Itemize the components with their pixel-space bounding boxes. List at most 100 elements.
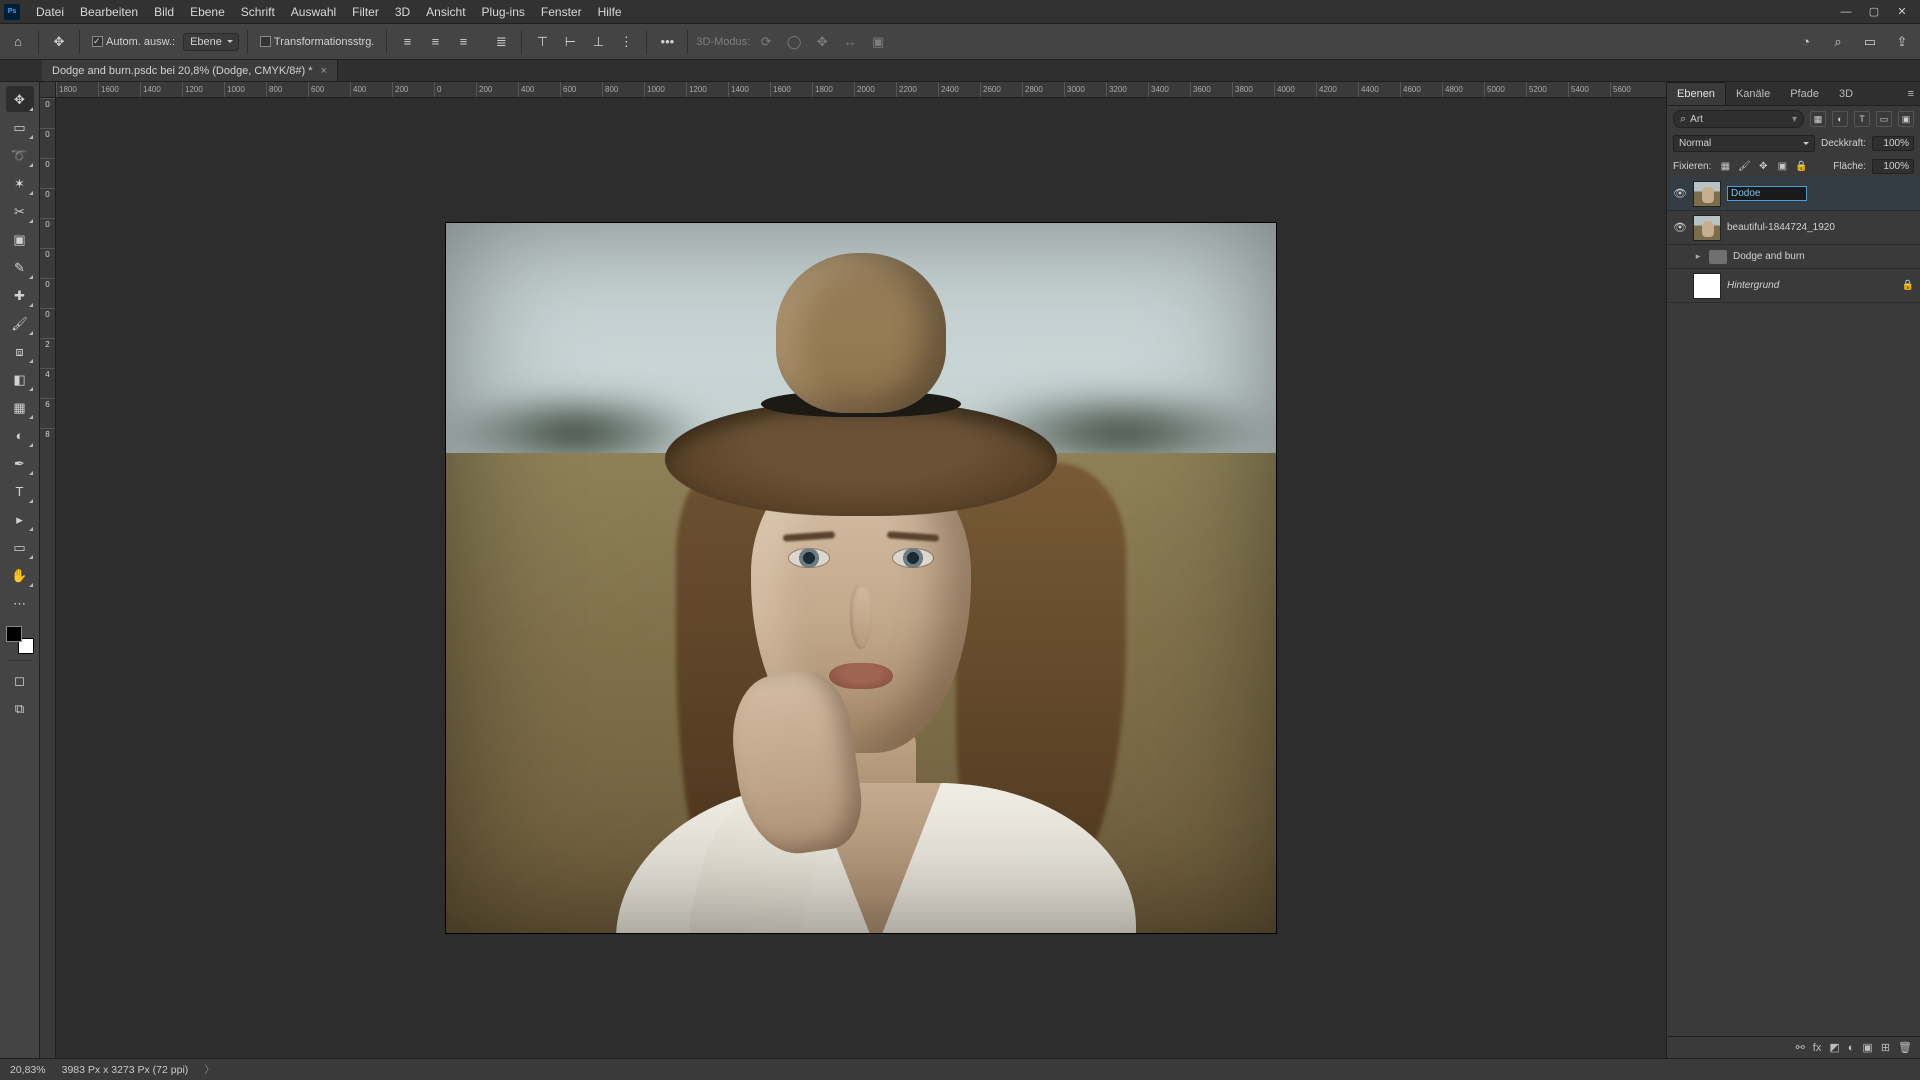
document-tab[interactable]: Dodge and burn.psdc bei 20,8% (Dodge, CM… [42, 60, 338, 81]
layer-filter-type-dropdown[interactable]: Art▾ [1673, 110, 1804, 128]
brush-tool[interactable]: 🖌 [6, 310, 34, 336]
quick-mask-button[interactable]: ◻ [6, 667, 34, 693]
layer-name[interactable]: Hintergrund [1727, 280, 1896, 291]
layer-row[interactable]: Hintergrund🔒 [1667, 269, 1920, 303]
layer-mask-button[interactable]: ◩ [1829, 1041, 1839, 1054]
opacity-input[interactable]: 100% [1872, 136, 1914, 151]
tab-kanaele[interactable]: Kanäle [1726, 83, 1780, 105]
menu-filter[interactable]: Filter [344, 0, 387, 24]
visibility-toggle[interactable]: 👁 [1673, 221, 1687, 234]
more-align-button[interactable]: ••• [655, 30, 679, 54]
path-select-tool[interactable]: ▸ [6, 506, 34, 532]
document-dimensions[interactable]: 3983 Px x 3273 Px (72 ppi) [62, 1064, 189, 1076]
menu-hilfe[interactable]: Hilfe [590, 0, 630, 24]
align-left-button[interactable]: ≡ [395, 30, 419, 54]
transform-controls-checkbox[interactable]: Transformationsstrg. [256, 36, 378, 48]
lock-artboard-button[interactable]: ▣ [1774, 158, 1790, 174]
menu-plugins[interactable]: Plug-ins [474, 0, 533, 24]
search-button[interactable]: ⌕ [1826, 30, 1850, 54]
shape-tool[interactable]: ▭ [6, 534, 34, 560]
lock-all-button[interactable]: 🔒 [1793, 158, 1809, 174]
crop-tool[interactable]: ✂ [6, 198, 34, 224]
align-right-button[interactable]: ≡ [451, 30, 475, 54]
distribute-button[interactable]: ≣ [489, 30, 513, 54]
auto-select-mode-dropdown[interactable]: Ebene [183, 33, 239, 51]
type-tool[interactable]: T [6, 478, 34, 504]
delete-layer-button[interactable]: 🗑 [1898, 1041, 1912, 1054]
layer-row[interactable]: ▸ Dodge and burn [1667, 245, 1920, 269]
eraser-tool[interactable]: ◧ [6, 366, 34, 392]
blend-mode-dropdown[interactable]: Normal [1673, 135, 1815, 152]
group-button[interactable]: ▣ [1862, 1041, 1872, 1054]
filter-shape-button[interactable]: ▭ [1876, 111, 1892, 127]
workspace-button[interactable]: ▭ [1858, 30, 1882, 54]
lock-pixels-button[interactable]: 🖌 [1736, 158, 1752, 174]
healing-tool[interactable]: ✚ [6, 282, 34, 308]
menu-3d[interactable]: 3D [387, 0, 418, 24]
tab-ebenen[interactable]: Ebenen [1667, 82, 1726, 105]
edit-toolbar[interactable]: ⋯ [6, 590, 34, 616]
new-layer-button[interactable]: ⊞ [1881, 1041, 1890, 1054]
menu-schrift[interactable]: Schrift [233, 0, 283, 24]
ruler-origin[interactable] [40, 82, 56, 98]
ruler-horizontal[interactable]: 1800160014001200100080060040020002004006… [56, 82, 1666, 98]
link-layers-button[interactable]: ⚯ [1796, 1041, 1805, 1054]
canvas-image[interactable] [446, 223, 1276, 933]
color-swatches[interactable] [6, 626, 34, 654]
dodge-tool[interactable]: ◐ [6, 422, 34, 448]
layer-thumbnail[interactable] [1693, 181, 1721, 207]
move-tool[interactable]: ✥ [6, 86, 34, 112]
minimize-button[interactable]: — [1832, 0, 1860, 24]
distribute-v-button[interactable]: ⋮ [614, 30, 638, 54]
filter-pixel-button[interactable]: ▦ [1810, 111, 1826, 127]
align-bottom-button[interactable]: ⊥ [586, 30, 610, 54]
menu-auswahl[interactable]: Auswahl [283, 0, 344, 24]
align-middle-button[interactable]: ⊢ [558, 30, 582, 54]
lock-transparent-button[interactable]: ▦ [1717, 158, 1733, 174]
foreground-swatch[interactable] [6, 626, 22, 642]
menu-fenster[interactable]: Fenster [533, 0, 590, 24]
eyedropper-tool[interactable]: ✎ [6, 254, 34, 280]
layer-row[interactable]: 👁 beautiful-1844724_1920 [1667, 211, 1920, 245]
close-icon[interactable]: × [321, 65, 327, 77]
filter-smart-button[interactable]: ▣ [1898, 111, 1914, 127]
adjustment-layer-button[interactable]: ◐ [1848, 1042, 1855, 1054]
menu-datei[interactable]: Datei [28, 0, 72, 24]
menu-ansicht[interactable]: Ansicht [418, 0, 473, 24]
close-button[interactable]: ✕ [1888, 0, 1916, 24]
layer-row[interactable]: 👁 [1667, 177, 1920, 211]
align-top-button[interactable]: ⊤ [530, 30, 554, 54]
quick-select-tool[interactable]: ✶ [6, 170, 34, 196]
menu-bearbeiten[interactable]: Bearbeiten [72, 0, 146, 24]
filter-adjust-button[interactable]: ◐ [1832, 111, 1848, 127]
move-tool-indicator[interactable]: ✥ [47, 30, 71, 54]
lasso-tool[interactable]: ➰ [6, 142, 34, 168]
tab-3d[interactable]: 3D [1829, 83, 1863, 105]
hand-tool[interactable]: ✋ [6, 562, 34, 588]
tab-pfade[interactable]: Pfade [1780, 83, 1829, 105]
fill-input[interactable]: 100% [1872, 159, 1914, 174]
home-button[interactable]: ⌂ [6, 30, 30, 54]
visibility-toggle[interactable]: 👁 [1673, 187, 1687, 200]
maximize-button[interactable]: ▢ [1860, 0, 1888, 24]
zoom-level[interactable]: 20,83% [10, 1064, 46, 1076]
layer-name[interactable]: beautiful-1844724_1920 [1727, 222, 1914, 233]
layer-name-input[interactable] [1727, 186, 1807, 201]
ruler-vertical[interactable]: 000000002468 [40, 98, 56, 1058]
frame-tool[interactable]: ▣ [6, 226, 34, 252]
share-button[interactable]: ⇪ [1890, 30, 1914, 54]
panel-menu-button[interactable]: ≡ [1902, 83, 1920, 105]
auto-select-checkbox[interactable]: Autom. ausw.: [88, 36, 179, 48]
lock-position-button[interactable]: ✥ [1755, 158, 1771, 174]
filter-type-button[interactable]: T [1854, 111, 1870, 127]
menu-bild[interactable]: Bild [146, 0, 182, 24]
marquee-tool[interactable]: ▭ [6, 114, 34, 140]
menu-ebene[interactable]: Ebene [182, 0, 233, 24]
layer-fx-button[interactable]: fx [1813, 1042, 1822, 1054]
status-flyout-button[interactable]: 〉 [204, 1062, 215, 1077]
layer-thumbnail[interactable] [1693, 273, 1721, 299]
align-center-h-button[interactable]: ≡ [423, 30, 447, 54]
layer-name[interactable]: Dodge and burn [1733, 251, 1914, 262]
pen-tool[interactable]: ✒ [6, 450, 34, 476]
expand-icon[interactable]: ▸ [1693, 251, 1703, 262]
